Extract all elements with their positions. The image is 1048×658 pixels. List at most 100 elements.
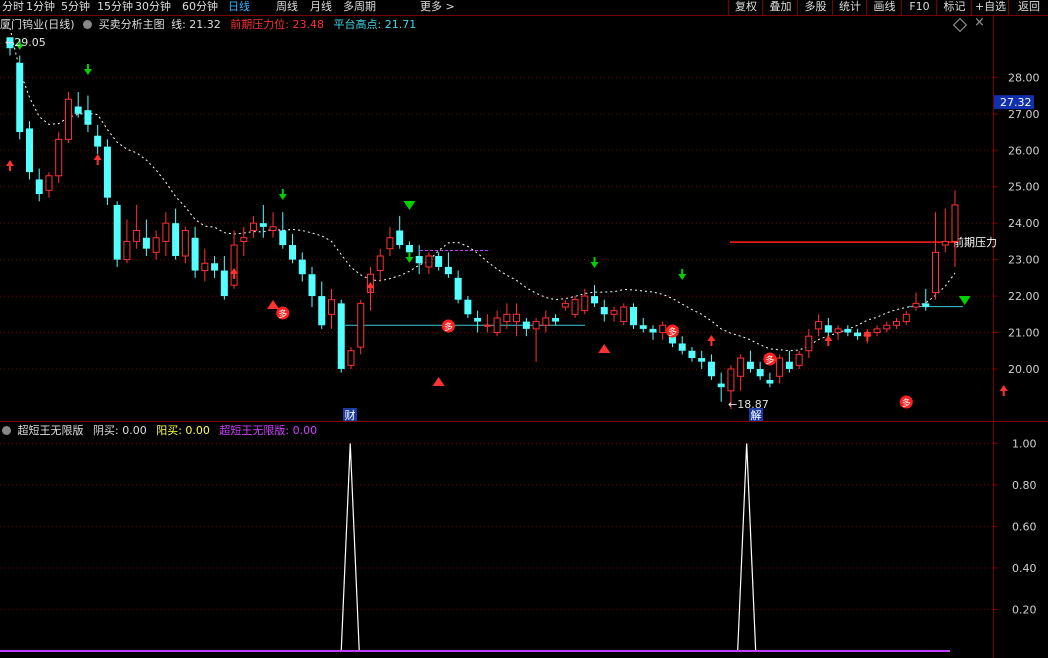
period-7[interactable]: 周线 <box>276 0 298 15</box>
candle-body-up <box>834 328 842 334</box>
candle-body-down <box>649 328 657 333</box>
candle-body-up <box>133 229 141 242</box>
sell-up-arrow-icon <box>707 335 716 346</box>
candle-body-down <box>211 263 219 271</box>
buy-down-arrow-icon <box>83 64 92 75</box>
price-tick-label: 23.00 <box>1008 254 1040 267</box>
candle-body-down <box>259 223 267 227</box>
period-9[interactable]: 多周期 <box>343 0 376 15</box>
candle-body-down <box>220 270 228 297</box>
candle-body-down <box>337 303 345 369</box>
period-0[interactable]: 分时 <box>2 0 24 15</box>
candle-body-down <box>698 358 706 362</box>
candle-body-up <box>727 368 735 392</box>
sub-tick-label: 1.00 <box>1012 437 1037 450</box>
duo-signal-text: 多 <box>668 326 677 338</box>
candle-body-down <box>444 266 452 275</box>
candle-body-up <box>571 299 579 315</box>
period-5[interactable]: 60分钟 <box>182 0 218 15</box>
sell-up-arrow-icon <box>824 335 833 346</box>
period-4[interactable]: 30分钟 <box>135 0 171 15</box>
candle-body-up <box>912 302 920 308</box>
candle-body-up <box>932 251 940 293</box>
candle-body-down <box>318 296 326 326</box>
candle-body-down <box>396 230 404 246</box>
toolbar-button-6[interactable]: 标记 <box>936 0 972 15</box>
toolbar-button-2[interactable]: 多股 <box>797 0 833 15</box>
duo-signal-text: 多 <box>444 321 453 333</box>
period-10[interactable]: 更多 > <box>420 0 455 15</box>
duo-signal-text: 多 <box>278 308 287 320</box>
candle-body-down <box>678 343 686 351</box>
candle-body-up <box>493 317 501 334</box>
buy-down-arrow-icon <box>678 269 687 280</box>
cai-badge-text: 财 <box>345 408 356 422</box>
candle-body-up <box>64 98 72 140</box>
candle-body-up <box>513 313 521 323</box>
candle-body-down <box>922 303 930 308</box>
sub-tick-label: 0.40 <box>1012 562 1037 575</box>
candle-body-down <box>94 135 102 147</box>
sell-up-arrow-icon <box>93 154 102 165</box>
current-price-label: 27.32 <box>1000 96 1032 109</box>
candle-body-up <box>45 175 53 191</box>
candle-body-down <box>16 62 24 133</box>
candle-body-up <box>201 262 209 272</box>
period-2[interactable]: 5分钟 <box>61 0 90 15</box>
toolbar-button-5[interactable]: F10 <box>901 0 937 15</box>
candle-body-up <box>951 204 959 242</box>
sub-indicator-toggle-icon[interactable] <box>2 426 11 435</box>
toolbar-button-7[interactable]: +自选 <box>971 0 1009 15</box>
price-tick-label: 24.00 <box>1008 217 1040 230</box>
candle-body-up <box>532 321 540 330</box>
candle-body-up <box>181 229 189 257</box>
period-toolbar: 分时 1分钟 5分钟 15分钟 30分钟 60分钟 日线 周线 月线 多周期 更多 > 复权 叠加 多股统… <box>0 0 1048 16</box>
candle-body-up <box>902 313 910 323</box>
candle-body-down <box>552 317 560 322</box>
candle-body-up <box>357 302 365 348</box>
candle-body-down <box>688 350 696 359</box>
period-1[interactable]: 1分钟 <box>26 0 55 15</box>
candle-body-down <box>74 106 82 114</box>
pressure-line-label: 前期压力 <box>953 235 997 249</box>
candle-body-down <box>707 361 715 377</box>
price-tick-label: 22.00 <box>1008 290 1040 303</box>
candle-body-up <box>250 222 258 231</box>
candle-body-down <box>756 368 764 377</box>
buy-down-arrow-icon <box>405 252 414 263</box>
candle-body-down <box>454 277 462 300</box>
indicator-toggle-icon[interactable] <box>83 20 93 29</box>
candle-body-up <box>386 237 394 250</box>
candle-body-up <box>162 222 170 242</box>
candle-body-up <box>883 324 891 330</box>
indicator-name[interactable]: 买卖分析主图 <box>99 18 165 31</box>
kline-chart-area[interactable]: 28.00 27.00 26.00 25.00 24.00 23.00 22.00 21.00… <box>0 0 1048 658</box>
period-8[interactable]: 月线 <box>310 0 332 15</box>
sub-indicator-title[interactable]: 超短王无限版 <box>18 424 84 437</box>
sub-info-bar: 超短王无限版 阴买: 0.00 阳买: 0.00 超短王无限版: 0.00 <box>0 424 317 438</box>
candle-body-down <box>435 255 443 267</box>
candle-body-up <box>581 295 589 312</box>
candle-body-down <box>474 317 482 322</box>
period-6[interactable]: 日线 <box>228 0 250 15</box>
price-tick-label: 26.00 <box>1008 144 1040 157</box>
panel-close-icon[interactable]: × <box>974 15 985 30</box>
candle-body-up <box>795 353 803 366</box>
candle-body-up <box>269 226 277 231</box>
candle-body-up <box>737 357 745 377</box>
buy-triangle-icon <box>403 201 416 210</box>
period-3[interactable]: 15分钟 <box>97 0 133 15</box>
toolbar-button-1[interactable]: 叠加 <box>762 0 798 15</box>
yang-buy-value: 阳买: 0.00 <box>156 424 210 437</box>
stock-title[interactable]: 厦门钨业(日线) <box>0 18 75 31</box>
toolbar-button-3[interactable]: 统计 <box>832 0 867 15</box>
toolbar-button-0[interactable]: 复权 <box>728 0 763 15</box>
candle-body-up <box>152 237 160 253</box>
candle-body-down <box>591 296 599 304</box>
toolbar-button-4[interactable]: 画线 <box>866 0 902 15</box>
toolbar-button-8[interactable]: 返回 <box>1008 0 1048 15</box>
candle-body-down <box>289 245 297 260</box>
candle-body-up <box>542 317 550 326</box>
candle-body-down <box>84 110 92 125</box>
sub-tick-label: 0.80 <box>1012 479 1037 492</box>
